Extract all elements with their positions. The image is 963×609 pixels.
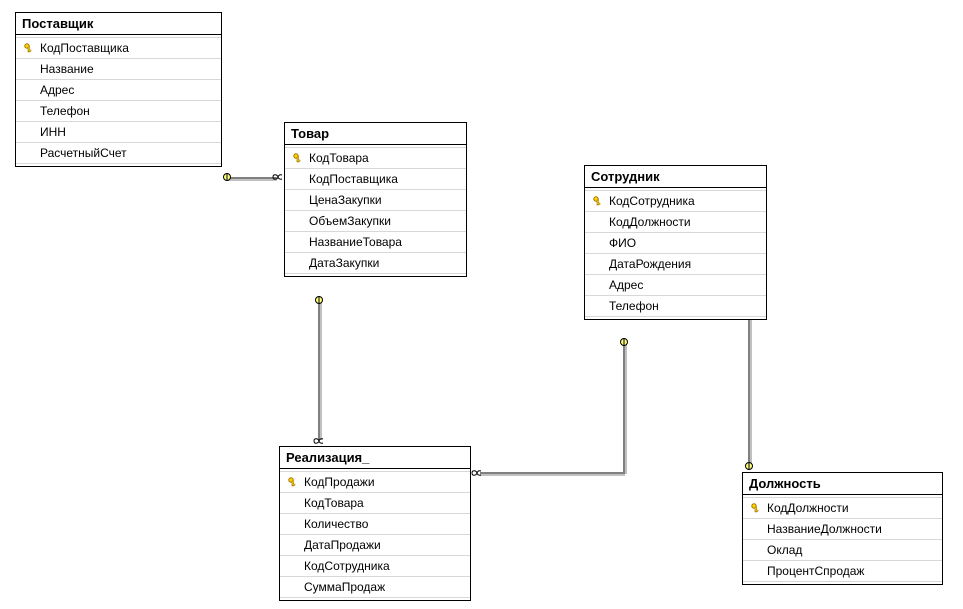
field-label: ИНН [38,125,215,139]
field-label: РасчетныйСчет [38,146,215,160]
table-row[interactable]: ДатаРождения [585,254,766,275]
table-row[interactable]: КодДолжности [743,497,942,519]
table-title: Должность [743,473,942,495]
table-body: КодПродажи КодТовара Количество ДатаПрод… [280,469,470,600]
table-row[interactable]: Оклад [743,540,942,561]
table-body: КодСотрудника КодДолжности ФИО ДатаРожде… [585,188,766,319]
table-body: КодПоставщика Название Адрес Телефон ИНН… [16,35,221,166]
field-label: КодСотрудника [607,194,760,208]
table-row[interactable]: РасчетныйСчет [16,143,221,164]
primary-key-icon [287,476,299,488]
rel-end-many-icon [471,468,481,478]
field-label: ФИО [607,236,760,250]
table-position[interactable]: Должность КодДолжности НазваниеДолжности… [742,472,943,585]
field-label: Адрес [38,83,215,97]
table-row[interactable]: ИНН [16,122,221,143]
field-label: ОбъемЗакупки [307,214,460,228]
table-row[interactable]: ФИО [585,233,766,254]
primary-key-icon [592,195,604,207]
field-label: КодДолжности [607,215,760,229]
field-label: НазваниеДолжности [765,522,936,536]
table-supplier[interactable]: Поставщик КодПоставщика Название Адрес Т… [15,12,222,167]
table-body: КодТовара КодПоставщика ЦенаЗакупки Объе… [285,145,466,276]
table-product[interactable]: Товар КодТовара КодПоставщика ЦенаЗакупк… [284,122,467,277]
rel-end-one-icon [744,461,754,471]
field-label: КодПродажи [302,475,464,489]
field-label: ДатаПродажи [302,538,464,552]
rel-end-many-icon [272,172,282,182]
field-label: КодПоставщика [307,172,460,186]
table-title: Поставщик [16,13,221,35]
table-row[interactable]: НазваниеДолжности [743,519,942,540]
field-label: КодТовара [307,151,460,165]
rel-end-one-icon [222,172,232,182]
table-row[interactable]: Название [16,59,221,80]
field-label: ДатаРождения [607,257,760,271]
table-body: КодДолжности НазваниеДолжности Оклад Про… [743,495,942,584]
table-row[interactable]: ОбъемЗакупки [285,211,466,232]
primary-key-icon [750,502,762,514]
table-row[interactable]: КодПоставщика [16,37,221,59]
table-row[interactable]: КодСотрудника [585,190,766,212]
relation-employee-sale [480,474,625,476]
table-row[interactable]: КодПоставщика [285,169,466,190]
field-label: Оклад [765,543,936,557]
field-label: КодДолжности [765,501,936,515]
rel-end-one-icon [314,295,324,305]
field-label: СуммаПродаж [302,580,464,594]
table-row[interactable]: Количество [280,514,470,535]
field-label: Адрес [607,278,760,292]
table-sale[interactable]: Реализация_ КодПродажи КодТовара Количес… [279,446,471,601]
field-label: КодПоставщика [38,41,215,55]
table-row[interactable]: КодТовара [285,147,466,169]
table-row[interactable]: Адрес [585,275,766,296]
field-label: КодСотрудника [302,559,464,573]
field-label: ЦенаЗакупки [307,193,460,207]
table-title: Реализация_ [280,447,470,469]
table-row[interactable]: ПроцентСпродаж [743,561,942,582]
table-row[interactable]: КодТовара [280,493,470,514]
field-label: Количество [302,517,464,531]
relation-employee-sale [625,342,627,474]
rel-end-one-icon [619,337,629,347]
field-label: ДатаЗакупки [307,256,460,270]
field-label: Телефон [607,299,760,313]
field-label: ПроцентСпродаж [765,564,936,578]
table-row[interactable]: КодПродажи [280,471,470,493]
field-label: КодТовара [302,496,464,510]
table-row[interactable]: ЦенаЗакупки [285,190,466,211]
table-row[interactable]: КодДолжности [585,212,766,233]
relation-product-sale [320,300,322,440]
table-row[interactable]: Адрес [16,80,221,101]
rel-end-many-icon [313,436,323,446]
table-row[interactable]: ДатаЗакупки [285,253,466,274]
table-title: Товар [285,123,466,145]
primary-key-icon [23,42,35,54]
primary-key-icon [292,152,304,164]
table-row[interactable]: Телефон [585,296,766,317]
table-title: Сотрудник [585,166,766,188]
field-label: Телефон [38,104,215,118]
field-label: Название [38,62,215,76]
field-label: НазваниеТовара [307,235,460,249]
relation-supplier-product [227,179,277,181]
table-row[interactable]: ДатаПродажи [280,535,470,556]
table-row[interactable]: Телефон [16,101,221,122]
table-row[interactable]: СуммаПродаж [280,577,470,598]
table-row[interactable]: НазваниеТовара [285,232,466,253]
table-row[interactable]: КодСотрудника [280,556,470,577]
diagram-canvas: Поставщик КодПоставщика Название Адрес Т… [0,0,963,609]
table-employee[interactable]: Сотрудник КодСотрудника КодДолжности ФИО… [584,165,767,320]
